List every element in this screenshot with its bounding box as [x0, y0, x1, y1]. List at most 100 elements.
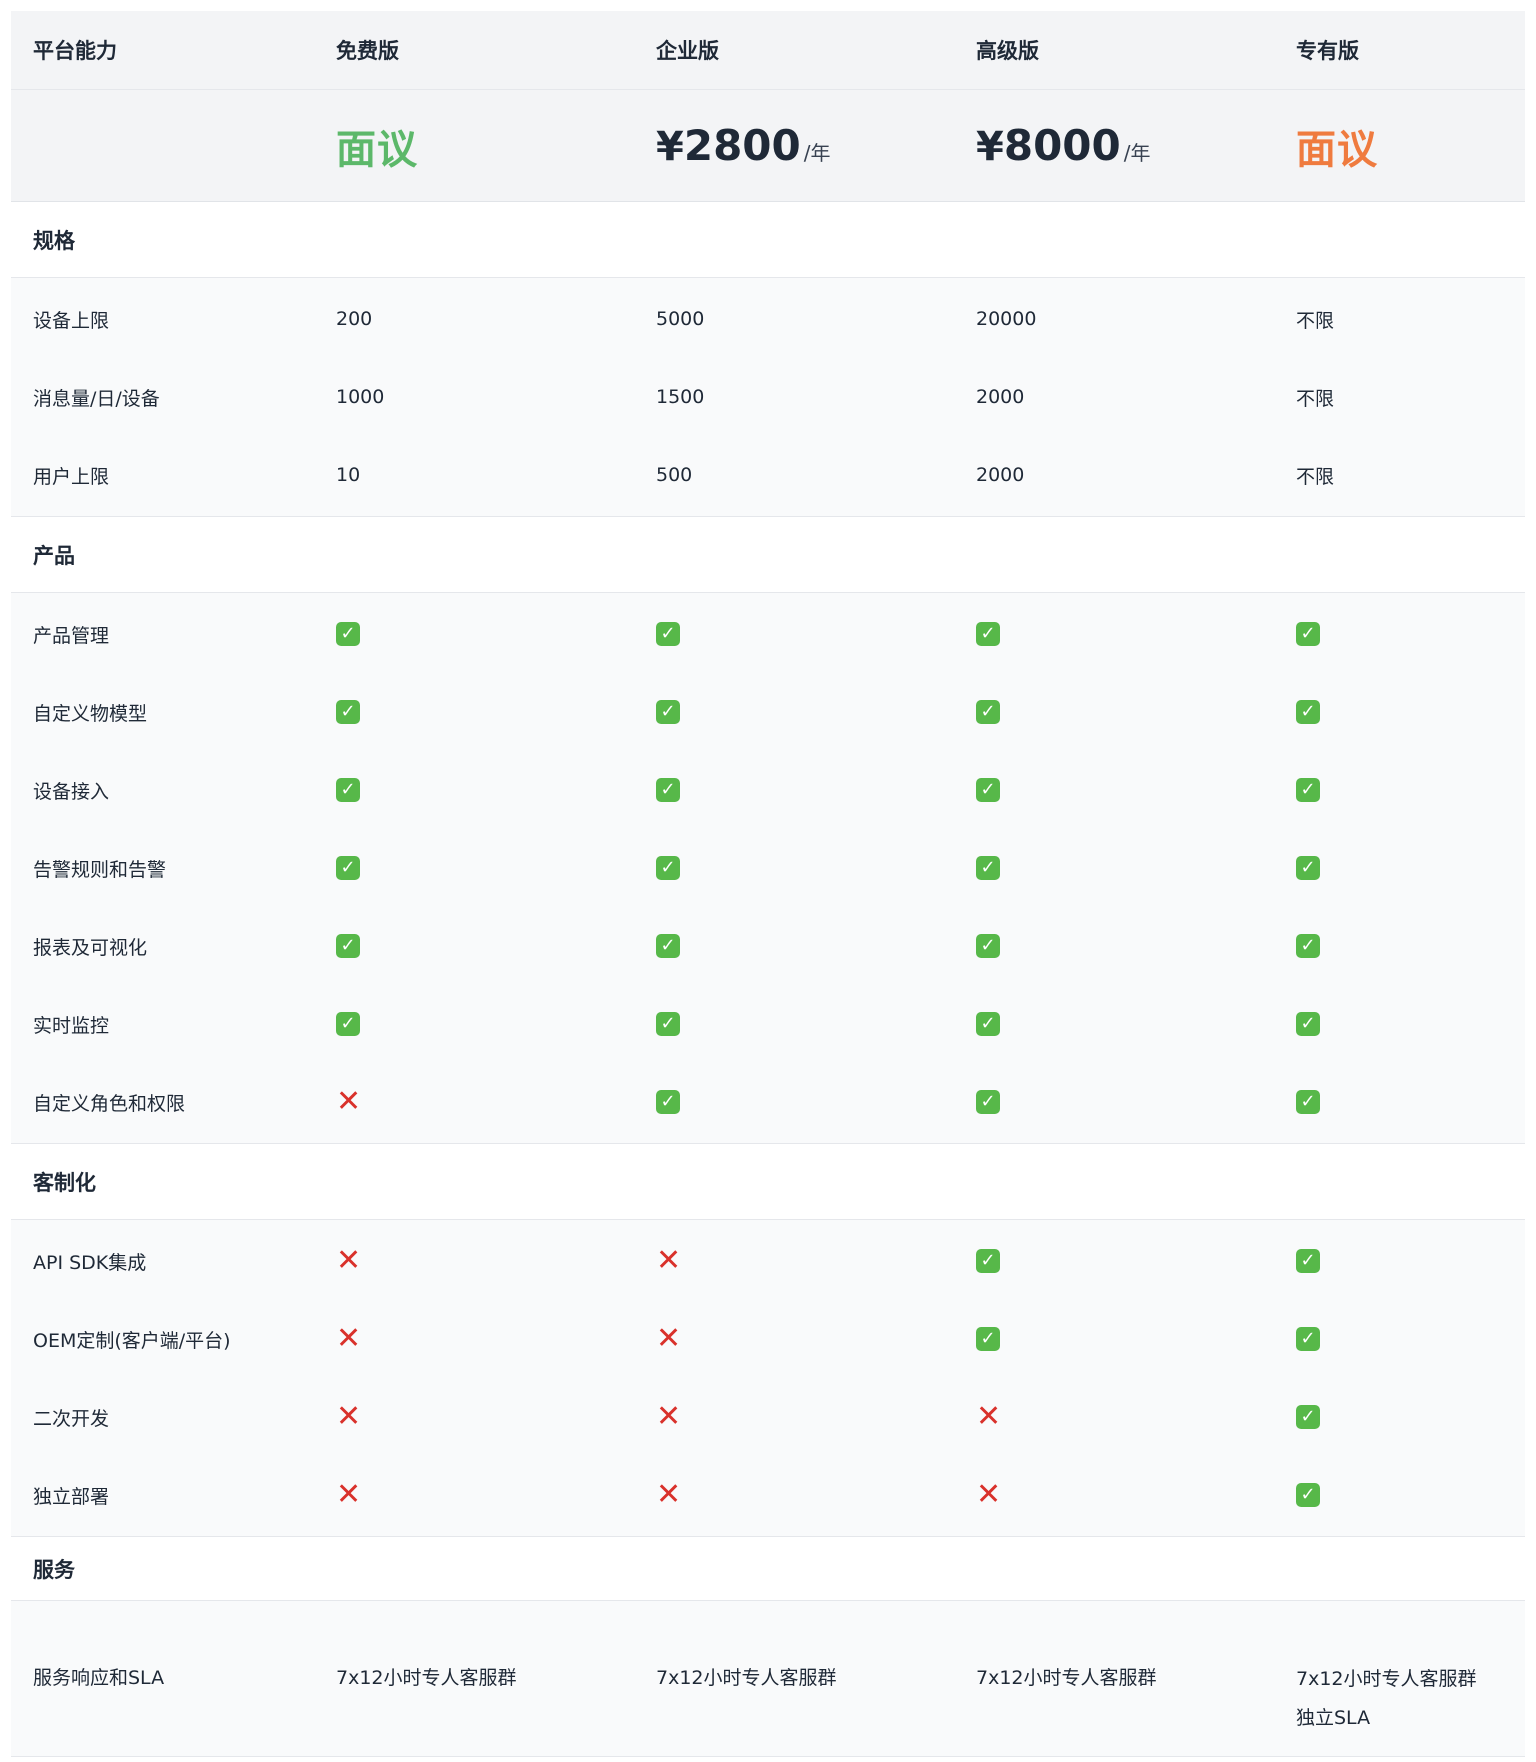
check-icon: ✓ — [336, 622, 360, 646]
check-icon: ✓ — [336, 700, 360, 724]
header-plan-enterprise: 企业版 — [656, 39, 719, 63]
cross-icon: ✕ — [336, 1477, 362, 1512]
check-icon: ✓ — [1296, 1483, 1320, 1507]
cell-value: 1000 — [336, 386, 385, 408]
cross-icon: ✕ — [656, 1243, 682, 1278]
check-icon: ✓ — [656, 1012, 680, 1036]
check-icon: ✓ — [1296, 1405, 1320, 1429]
price-enterprise: ¥2800/年 — [656, 121, 976, 170]
cell-value: ✓ — [976, 1090, 1296, 1114]
custom-rows: API SDK集成 ✕ ✕ ✓ ✓ OEM定制(客户端/平台) ✕ ✕ ✓ ✓ 二次开发 ✕ ✕ ✕ ✓ 独立… — [11, 1220, 1525, 1537]
table-header: 平台能力 免费版 企业版 高级版 专有版 — [11, 11, 1525, 90]
cell-value: ✓ — [1296, 1483, 1525, 1507]
header-plan-dedicated: 专有版 — [1296, 39, 1359, 63]
cell-value: ✓ — [1296, 1405, 1525, 1429]
cell-value: ✓ — [1296, 1327, 1525, 1351]
cell-value: 5000 — [656, 308, 705, 330]
cell-value: ✓ — [976, 856, 1296, 880]
section-title: 产品 — [33, 543, 75, 568]
table-row: 自定义物模型 ✓ ✓ ✓ ✓ — [11, 673, 1525, 751]
check-icon: ✓ — [336, 778, 360, 802]
check-icon: ✓ — [336, 856, 360, 880]
table-row: 用户上限 10 500 2000 不限 — [11, 436, 1525, 514]
cell-value: 500 — [656, 464, 693, 486]
price-row: 面议 ¥2800/年 ¥8000/年 面议 — [11, 90, 1525, 202]
cell-value: ✓ — [336, 778, 656, 802]
price-enterprise-amount: 2800 — [683, 121, 801, 170]
cell-value: ✓ — [976, 1249, 1296, 1273]
cross-icon: ✕ — [336, 1243, 362, 1278]
cell-value: 不限 — [1296, 387, 1335, 410]
row-label: 告警规则和告警 — [33, 858, 167, 881]
table-row: OEM定制(客户端/平台) ✕ ✕ ✓ ✓ — [11, 1300, 1525, 1378]
price-advanced-yen: ¥ — [976, 124, 1004, 170]
check-icon: ✓ — [1296, 622, 1320, 646]
check-icon: ✓ — [336, 1012, 360, 1036]
check-icon: ✓ — [976, 700, 1000, 724]
header-plan-advanced: 高级版 — [976, 39, 1039, 63]
section-title: 规格 — [33, 228, 75, 253]
check-icon: ✓ — [1296, 856, 1320, 880]
table-row: 独立部署 ✕ ✕ ✕ ✓ — [11, 1456, 1525, 1534]
cell-value-dedicated: 7x12小时专人客服群 独立SLA — [1296, 1620, 1525, 1738]
cross-icon: ✕ — [336, 1084, 362, 1119]
cell-value: ✓ — [976, 934, 1296, 958]
check-icon: ✓ — [656, 778, 680, 802]
cell-value: ✕ — [976, 1480, 1296, 1510]
check-icon: ✓ — [1296, 1012, 1320, 1036]
cell-value: ✓ — [336, 856, 656, 880]
row-label: 产品管理 — [33, 624, 110, 647]
cell-value: 200 — [336, 308, 373, 330]
row-label: 服务响应和SLA — [33, 1667, 165, 1689]
cell-value: ✓ — [656, 1090, 976, 1114]
cross-icon: ✕ — [336, 1399, 362, 1434]
cell-value: 2000 — [976, 386, 1025, 408]
service-line-2: 独立SLA — [1296, 1706, 1371, 1729]
price-dedicated-text: 面议 — [1296, 126, 1378, 173]
cell-value: ✓ — [656, 934, 976, 958]
check-icon: ✓ — [976, 934, 1000, 958]
price-advanced-amount: 8000 — [1003, 121, 1121, 170]
cross-icon: ✕ — [976, 1399, 1002, 1434]
section-title: 服务 — [33, 1557, 75, 1582]
cell-value: ✕ — [656, 1246, 976, 1276]
cell-value: ✓ — [656, 856, 976, 880]
cell-value: ✕ — [976, 1402, 1296, 1432]
price-enterprise-yen: ¥ — [656, 124, 684, 170]
price-free-text: 面议 — [336, 126, 418, 173]
cell-value: ✓ — [336, 934, 656, 958]
row-label: 用户上限 — [33, 465, 110, 488]
section-spec: 规格 — [11, 202, 1525, 278]
cell-value: 7x12小时专人客服群 — [336, 1667, 517, 1689]
table-row: 实时监控 ✓ ✓ ✓ ✓ — [11, 985, 1525, 1063]
row-label: API SDK集成 — [33, 1251, 147, 1274]
price-dedicated: 面议 — [1296, 117, 1525, 175]
check-icon: ✓ — [976, 856, 1000, 880]
section-service: 服务 — [11, 1537, 1525, 1601]
table-row: 消息量/日/设备 1000 1500 2000 不限 — [11, 358, 1525, 436]
check-icon: ✓ — [656, 1090, 680, 1114]
price-advanced-unit: /年 — [1123, 141, 1151, 165]
service-line-1: 7x12小时专人客服群 — [1296, 1667, 1477, 1690]
cell-value: ✕ — [336, 1324, 656, 1354]
check-icon: ✓ — [976, 1012, 1000, 1036]
cross-icon: ✕ — [656, 1477, 682, 1512]
cell-value: 不限 — [1296, 465, 1335, 488]
cell-value: ✓ — [656, 700, 976, 724]
table-row: 产品管理 ✓ ✓ ✓ ✓ — [11, 595, 1525, 673]
check-icon: ✓ — [656, 856, 680, 880]
cell-value: ✓ — [656, 622, 976, 646]
cell-value: 7x12小时专人客服群 — [976, 1667, 1157, 1689]
cell-value: ✓ — [336, 622, 656, 646]
cross-icon: ✕ — [336, 1321, 362, 1356]
row-label: 二次开发 — [33, 1407, 110, 1430]
table-row: 告警规则和告警 ✓ ✓ ✓ ✓ — [11, 829, 1525, 907]
row-label: 实时监控 — [33, 1014, 110, 1037]
cell-value: ✕ — [336, 1087, 656, 1117]
check-icon: ✓ — [1296, 778, 1320, 802]
check-icon: ✓ — [1296, 700, 1320, 724]
check-icon: ✓ — [656, 934, 680, 958]
row-label: 设备接入 — [33, 780, 110, 803]
check-icon: ✓ — [1296, 1090, 1320, 1114]
row-label: 自定义物模型 — [33, 702, 148, 725]
